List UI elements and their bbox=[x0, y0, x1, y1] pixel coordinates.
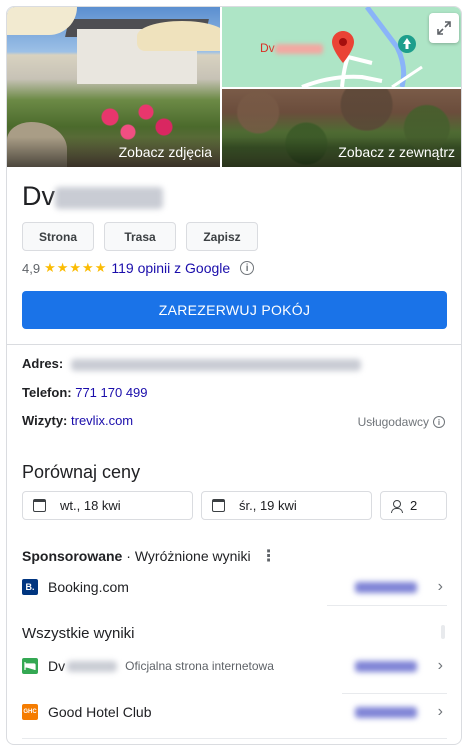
compare-prices-title: Porównaj ceny bbox=[22, 462, 141, 482]
see-photos-label: Zobacz zdjęcia bbox=[7, 137, 220, 167]
divider bbox=[327, 605, 447, 606]
official-site-row[interactable]: Dv Oficjalna strona internetowa › bbox=[22, 654, 447, 678]
checkin-date-picker[interactable]: wt., 18 kwi bbox=[22, 491, 193, 520]
map-pin-icon bbox=[332, 31, 354, 63]
calendar-icon bbox=[33, 499, 46, 512]
divider bbox=[342, 693, 447, 694]
checkout-date-picker[interactable]: śr., 19 kwi bbox=[201, 491, 372, 520]
scrollbar[interactable] bbox=[441, 625, 445, 639]
price-blurred bbox=[355, 581, 417, 593]
sponsored-header: Sponsorowane · Wyróżnione wyniki ⋮ bbox=[22, 546, 277, 566]
divider bbox=[7, 344, 461, 345]
price-blurred bbox=[355, 660, 417, 672]
rating-row: 4,9 ★★★★★ 119 opinii z Google i bbox=[22, 260, 255, 276]
divider bbox=[22, 738, 447, 739]
visits-row: Wizyty: trevlix.com bbox=[22, 413, 134, 428]
star-rating-icon: ★★★★★ bbox=[44, 260, 108, 275]
main-photo[interactable]: Zobacz zdjęcia bbox=[7, 7, 220, 167]
rating-value: 4,9 bbox=[22, 260, 41, 276]
address-row: Adres: bbox=[22, 356, 361, 371]
price-blurred bbox=[355, 706, 417, 718]
phone-link[interactable]: 771 170 499 bbox=[75, 385, 147, 400]
providers-label[interactable]: Usługodawcy i bbox=[358, 415, 445, 429]
guests-picker[interactable]: 2 bbox=[380, 491, 447, 520]
info-icon[interactable]: i bbox=[240, 261, 255, 275]
good-hotel-club-row[interactable]: GHC Good Hotel Club › bbox=[22, 700, 447, 724]
ghc-logo-icon: GHC bbox=[22, 704, 38, 720]
chevron-right-icon: › bbox=[437, 703, 443, 720]
directions-button[interactable]: Trasa bbox=[104, 222, 176, 251]
map-thumbnail[interactable]: Dv bbox=[222, 7, 461, 87]
all-results-title: Wszystkie wyniki bbox=[22, 625, 135, 642]
visits-link[interactable]: trevlix.com bbox=[71, 413, 133, 428]
place-title: Dv bbox=[22, 181, 163, 212]
photo-strip: Zobacz zdjęcia Dv Zobacz z zewnątrz bbox=[7, 7, 461, 167]
calendar-icon bbox=[212, 499, 225, 512]
booking-result-row[interactable]: B. Booking.com › bbox=[22, 575, 447, 599]
chevron-right-icon: › bbox=[437, 657, 443, 674]
reserve-room-button[interactable]: ZAREZERWUJ POKÓJ bbox=[22, 291, 447, 329]
map-place-label: Dv bbox=[260, 41, 323, 55]
booking-logo-icon: B. bbox=[22, 579, 38, 595]
street-view-photo[interactable]: Zobacz z zewnątrz bbox=[222, 89, 461, 167]
see-outside-label: Zobacz z zewnątrz bbox=[222, 137, 461, 167]
providers-info-icon[interactable]: i bbox=[433, 416, 445, 428]
phone-row: Telefon: 771 170 499 bbox=[22, 385, 148, 400]
action-buttons: Strona Trasa Zapisz bbox=[22, 222, 258, 251]
hotel-knowledge-panel: Zobacz zdjęcia Dv Zobacz z zewnątrz Dv S… bbox=[6, 6, 462, 745]
reviews-link[interactable]: 119 opinii z Google bbox=[111, 260, 230, 276]
bed-icon bbox=[22, 658, 38, 674]
more-options-icon[interactable]: ⋮ bbox=[261, 546, 277, 566]
park-icon bbox=[398, 35, 416, 53]
website-button[interactable]: Strona bbox=[22, 222, 94, 251]
expand-map-button[interactable] bbox=[429, 13, 459, 43]
expand-icon bbox=[437, 21, 451, 35]
save-button[interactable]: Zapisz bbox=[186, 222, 258, 251]
chevron-right-icon: › bbox=[437, 578, 443, 595]
person-icon bbox=[391, 499, 403, 513]
